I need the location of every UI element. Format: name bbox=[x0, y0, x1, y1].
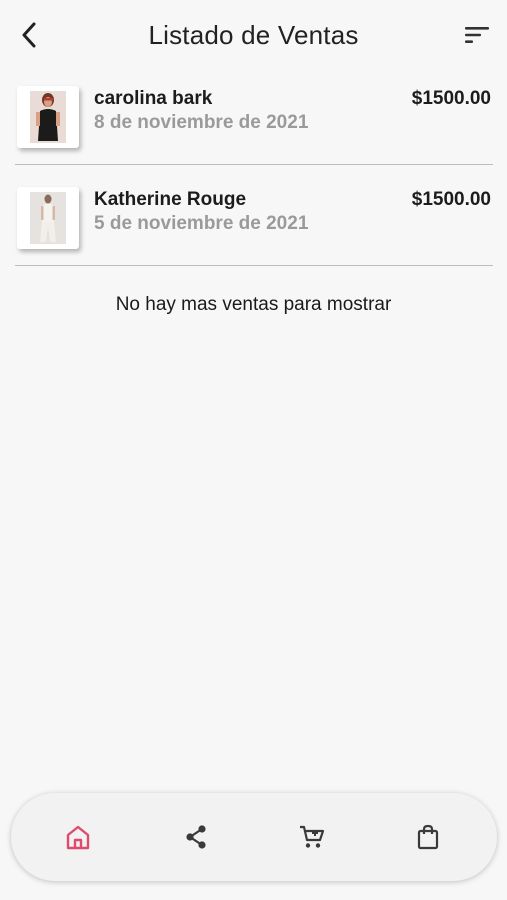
shopping-bag-icon bbox=[417, 824, 439, 850]
nav-home[interactable] bbox=[63, 822, 93, 852]
sale-date: 8 de noviembre de 2021 bbox=[94, 112, 309, 133]
sale-price: $1500.00 bbox=[411, 189, 491, 210]
sales-list: carolina bark 8 de noviembre de 2021 $15… bbox=[15, 84, 493, 286]
sale-price: $1500.00 bbox=[411, 88, 491, 109]
cart-icon bbox=[300, 825, 325, 848]
share-icon bbox=[186, 825, 206, 849]
buyer-name: carolina bark bbox=[94, 88, 213, 109]
product-image-icon bbox=[30, 91, 66, 143]
product-thumbnail bbox=[17, 86, 79, 148]
home-icon bbox=[66, 825, 90, 850]
sort-button[interactable] bbox=[463, 22, 491, 48]
nav-cart[interactable] bbox=[297, 822, 327, 852]
nav-bag[interactable] bbox=[413, 822, 443, 852]
bottom-navigation bbox=[11, 793, 497, 881]
empty-list-message: No hay mas ventas para mostrar bbox=[115, 294, 392, 315]
sort-icon bbox=[465, 27, 489, 43]
list-item[interactable]: carolina bark 8 de noviembre de 2021 $15… bbox=[15, 84, 493, 165]
list-item[interactable]: Katherine Rouge 5 de noviembre de 2021 $… bbox=[15, 185, 493, 266]
app-header: Listado de Ventas bbox=[0, 0, 507, 68]
sale-date: 5 de noviembre de 2021 bbox=[94, 213, 309, 234]
nav-share[interactable] bbox=[181, 822, 211, 852]
buyer-name: Katherine Rouge bbox=[94, 189, 247, 210]
page-title: Listado de Ventas bbox=[148, 20, 359, 50]
product-thumbnail bbox=[17, 187, 79, 249]
product-image-icon bbox=[30, 192, 66, 244]
